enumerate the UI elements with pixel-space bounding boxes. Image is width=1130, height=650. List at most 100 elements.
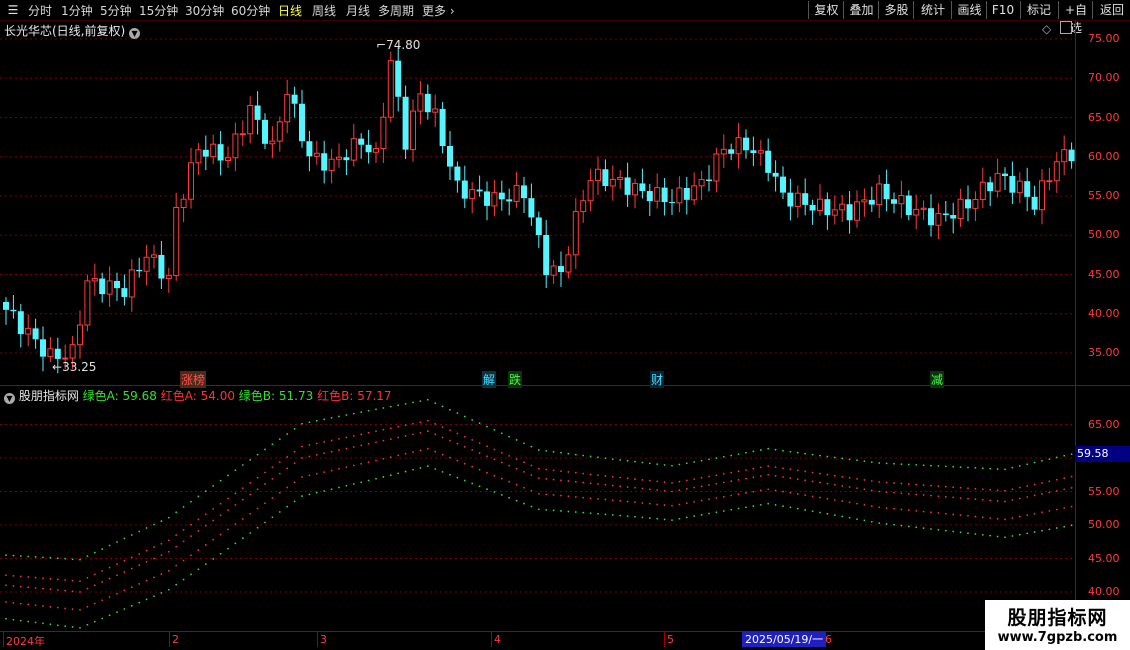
red-b-line-dot: [663, 481, 666, 484]
red-c-line-dot: [552, 494, 555, 496]
red-b-line-dot: [841, 475, 844, 478]
red-a-line-dot: [1026, 496, 1029, 498]
candle-body-up: [151, 254, 157, 258]
red-b-line-dot: [671, 482, 673, 484]
candle-body-down: [484, 191, 490, 206]
candlestick-chart[interactable]: [0, 0, 1075, 385]
red-a-value: 54.00: [200, 389, 235, 403]
indicator-name[interactable]: 股朋指标网: [19, 389, 79, 403]
green-a-line-dot: [426, 398, 429, 401]
green-a-line-dot: [256, 453, 259, 456]
red-b-line-dot: [434, 423, 437, 425]
green-b-line-dot: [249, 532, 252, 534]
green-b-line-dot: [338, 486, 340, 489]
red-b-line-dot: [404, 424, 407, 427]
green-a-line-dot: [530, 445, 533, 448]
red-b-line-dot: [352, 434, 355, 437]
red-b-line-dot: [101, 570, 104, 572]
green-a-line-dot: [885, 462, 888, 465]
candle-body-up: [210, 143, 217, 158]
green-a-line-dot: [219, 479, 222, 482]
red-b-line-dot: [286, 456, 289, 458]
date-tick: 2024年: [6, 635, 45, 648]
red-c-line-dot: [434, 450, 437, 453]
red-b-line-dot: [1011, 488, 1014, 491]
red-c-line-dot: [759, 489, 762, 492]
event-marker[interactable]: 涨榜: [180, 371, 207, 388]
green-b-line-dot: [227, 547, 229, 550]
green-a-line-dot: [856, 459, 858, 462]
red-a-line-dot: [375, 441, 377, 444]
red-b-line-dot: [900, 482, 903, 485]
red-a-line-dot: [515, 467, 518, 470]
red-c-line-dot: [537, 492, 540, 495]
green-b-line-dot: [678, 517, 681, 520]
red-c-line-dot: [5, 601, 7, 603]
candle-body-down: [646, 191, 653, 202]
green-b-line-dot: [1048, 528, 1051, 531]
red-a-line-dot: [893, 491, 895, 494]
red-a-line-dot: [863, 488, 866, 491]
green-b-line-dot: [116, 611, 118, 614]
candle-body-down: [402, 96, 409, 150]
green-b-line-dot: [508, 496, 511, 499]
green-b-line-dot: [323, 490, 326, 492]
chevron-down-icon[interactable]: ▼: [4, 393, 15, 404]
red-a-line-dot: [745, 477, 747, 480]
toolbar-button-7[interactable]: 返回: [1092, 1, 1130, 19]
green-a-line-dot: [175, 511, 178, 514]
green-b-line-dot: [71, 626, 74, 628]
indicator-chart[interactable]: [0, 385, 1075, 650]
red-a-line-dot: [108, 577, 111, 580]
red-a-line-dot: [167, 550, 170, 553]
candle-body-up: [587, 180, 594, 202]
candle-body-up: [313, 152, 320, 157]
red-c-line-dot: [885, 507, 888, 509]
green-b-line-dot: [693, 515, 696, 518]
red-b-line-dot: [130, 556, 133, 559]
event-marker[interactable]: 减: [930, 371, 945, 388]
green-a-line-dot: [611, 458, 614, 460]
red-a-line-dot: [774, 474, 777, 477]
red-b-line-dot: [56, 578, 59, 581]
red-a-line-dot: [93, 584, 96, 587]
green-a-line-dot: [752, 450, 755, 453]
green-b-line-dot: [79, 627, 81, 629]
event-marker[interactable]: 跌: [508, 371, 523, 388]
green-b-line-dot: [870, 520, 873, 523]
red-b-line-dot: [752, 467, 755, 470]
event-marker[interactable]: 财: [650, 371, 665, 388]
red-b-line-dot: [49, 577, 52, 580]
green-b-line-dot: [278, 511, 281, 513]
red-c-line-dot: [412, 451, 414, 453]
green-b-line-dot: [1026, 532, 1029, 535]
red-a-line-dot: [922, 494, 925, 496]
red-c-line-dot: [789, 491, 792, 494]
red-c-line-dot: [574, 496, 577, 498]
candle-body-up: [565, 254, 572, 273]
red-a-line-dot: [944, 495, 947, 498]
candle-body-down: [543, 235, 550, 276]
date-tick-line: [3, 631, 4, 647]
green-b-line-dot: [271, 516, 274, 519]
candle-body-up: [617, 176, 624, 180]
event-marker[interactable]: 解: [482, 371, 497, 388]
red-a-line-dot: [870, 489, 873, 492]
candle-body-up: [350, 138, 357, 161]
green-a-line-dot: [537, 449, 540, 451]
green-a-label: 绿色A:: [82, 389, 119, 403]
red-a-line-dot: [360, 444, 363, 447]
red-c-line-dot: [752, 490, 755, 493]
red-c-line-dot: [700, 499, 703, 502]
candle-body-down: [395, 60, 402, 97]
candle-body-down: [602, 169, 609, 186]
green-a-line-dot: [560, 451, 562, 454]
green-a-line-dot: [412, 401, 414, 404]
green-b-line-dot: [478, 485, 481, 488]
green-a-line-dot: [227, 474, 229, 477]
green-a-line-dot: [34, 556, 37, 558]
green-a-line-dot: [959, 466, 962, 469]
green-a-line-dot: [582, 454, 585, 457]
red-b-line-dot: [264, 471, 266, 474]
red-b-line-dot: [419, 421, 422, 424]
